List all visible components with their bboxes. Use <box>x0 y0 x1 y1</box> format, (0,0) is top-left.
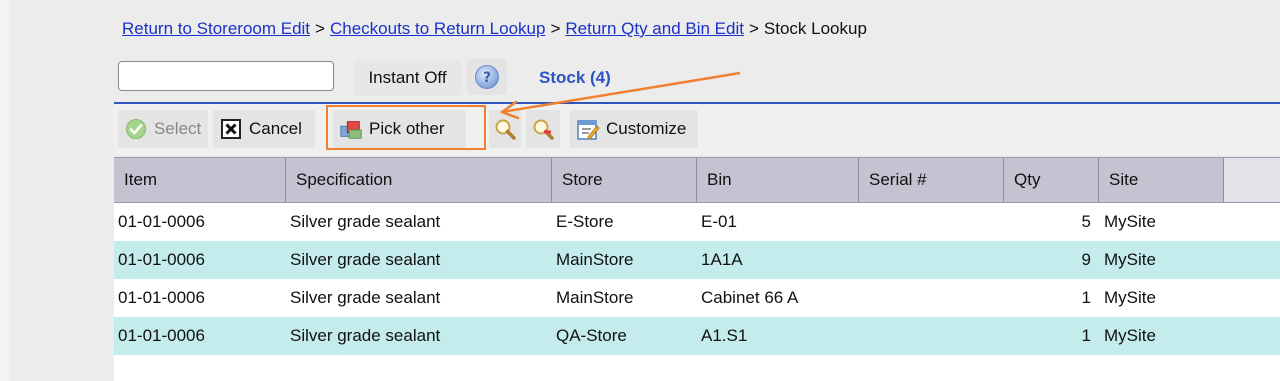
customize-icon <box>576 117 600 141</box>
help-question-icon: ? <box>475 65 499 89</box>
cell-site: MySite <box>1104 326 1156 345</box>
column-header-bin[interactable]: Bin <box>697 158 859 202</box>
table-row[interactable]: 01-01-0006 Silver grade sealant MainStor… <box>114 279 1280 317</box>
search-input[interactable] <box>118 61 334 91</box>
check-circle-icon <box>124 117 148 141</box>
breadcrumb-separator: > <box>550 19 561 38</box>
table-row[interactable]: 01-01-0006 Silver grade sealant QA-Store… <box>114 317 1280 355</box>
breadcrumb-link-return-qty-and-bin-edit[interactable]: Return Qty and Bin Edit <box>565 19 744 38</box>
magnifier-clear-icon <box>531 117 555 141</box>
clear-search-button[interactable] <box>526 110 560 148</box>
svg-text:?: ? <box>483 70 491 86</box>
search-button[interactable] <box>489 110 521 148</box>
stock-grid: Item Specification Store Bin Serial # Qt… <box>114 157 1280 355</box>
cell-site: MySite <box>1104 212 1156 231</box>
cell-bin: E-01 <box>701 212 737 231</box>
table-row[interactable]: 01-01-0006 Silver grade sealant E-Store … <box>114 203 1280 241</box>
stock-count-title: Stock (4) <box>539 68 611 87</box>
cell-item: 01-01-0006 <box>118 212 205 231</box>
left-gutter <box>0 0 10 381</box>
cell-qty: 5 <box>1081 212 1091 231</box>
column-header-filler <box>1224 158 1280 202</box>
customize-label: Customize <box>606 119 687 138</box>
pick-other-button[interactable]: Pick other <box>333 110 466 148</box>
cancel-x-icon <box>219 117 243 141</box>
breadcrumb-separator: > <box>748 19 759 38</box>
breadcrumb: Return to Storeroom Edit > Checkouts to Re… <box>122 19 867 39</box>
cancel-button[interactable]: Cancel <box>213 110 315 148</box>
cell-specification: Silver grade sealant <box>290 212 441 231</box>
pick-other-label: Pick other <box>369 119 445 138</box>
pick-other-icon <box>339 117 363 141</box>
select-button[interactable]: Select <box>118 110 208 148</box>
cell-store: MainStore <box>556 250 634 269</box>
cell-bin: A1.S1 <box>701 326 748 345</box>
cell-site: MySite <box>1104 250 1156 269</box>
cell-item: 01-01-0006 <box>118 288 205 307</box>
customize-button[interactable]: Customize <box>570 110 698 148</box>
cell-specification: Silver grade sealant <box>290 288 441 307</box>
help-button[interactable]: ? <box>467 59 507 95</box>
breadcrumb-link-checkouts-to-return-lookup[interactable]: Checkouts to Return Lookup <box>330 19 545 38</box>
cancel-label: Cancel <box>249 119 302 138</box>
cell-item: 01-01-0006 <box>118 326 205 345</box>
cell-store: MainStore <box>556 288 634 307</box>
cell-specification: Silver grade sealant <box>290 326 441 345</box>
cell-site: MySite <box>1104 288 1156 307</box>
select-label: Select <box>154 119 202 138</box>
instant-toggle-button[interactable]: Instant Off <box>354 60 461 96</box>
magnifier-icon <box>493 117 517 141</box>
table-row[interactable]: 01-01-0006 Silver grade sealant MainStor… <box>114 241 1280 279</box>
breadcrumb-current: Stock Lookup <box>763 19 867 38</box>
cell-bin: 1A1A <box>701 250 743 269</box>
column-header-specification[interactable]: Specification <box>286 158 552 202</box>
cell-specification: Silver grade sealant <box>290 250 441 269</box>
grid-empty-area <box>114 355 1280 381</box>
cell-qty: 1 <box>1081 326 1091 345</box>
column-header-qty[interactable]: Qty <box>1004 158 1099 202</box>
cell-store: QA-Store <box>556 326 627 345</box>
cell-item: 01-01-0006 <box>118 250 205 269</box>
breadcrumb-link-return-to-storeroom-edit[interactable]: Return to Storeroom Edit <box>122 19 310 38</box>
grid-header: Item Specification Store Bin Serial # Qt… <box>114 157 1280 203</box>
breadcrumb-separator: > <box>315 19 325 38</box>
cell-bin: Cabinet 66 A <box>701 288 799 307</box>
cell-store: E-Store <box>556 212 614 231</box>
column-header-serial[interactable]: Serial # <box>859 158 1004 202</box>
column-header-item[interactable]: Item <box>114 158 286 202</box>
column-header-store[interactable]: Store <box>552 158 697 202</box>
column-header-site[interactable]: Site <box>1099 158 1224 202</box>
cell-qty: 9 <box>1081 250 1091 269</box>
cell-qty: 1 <box>1081 288 1091 307</box>
